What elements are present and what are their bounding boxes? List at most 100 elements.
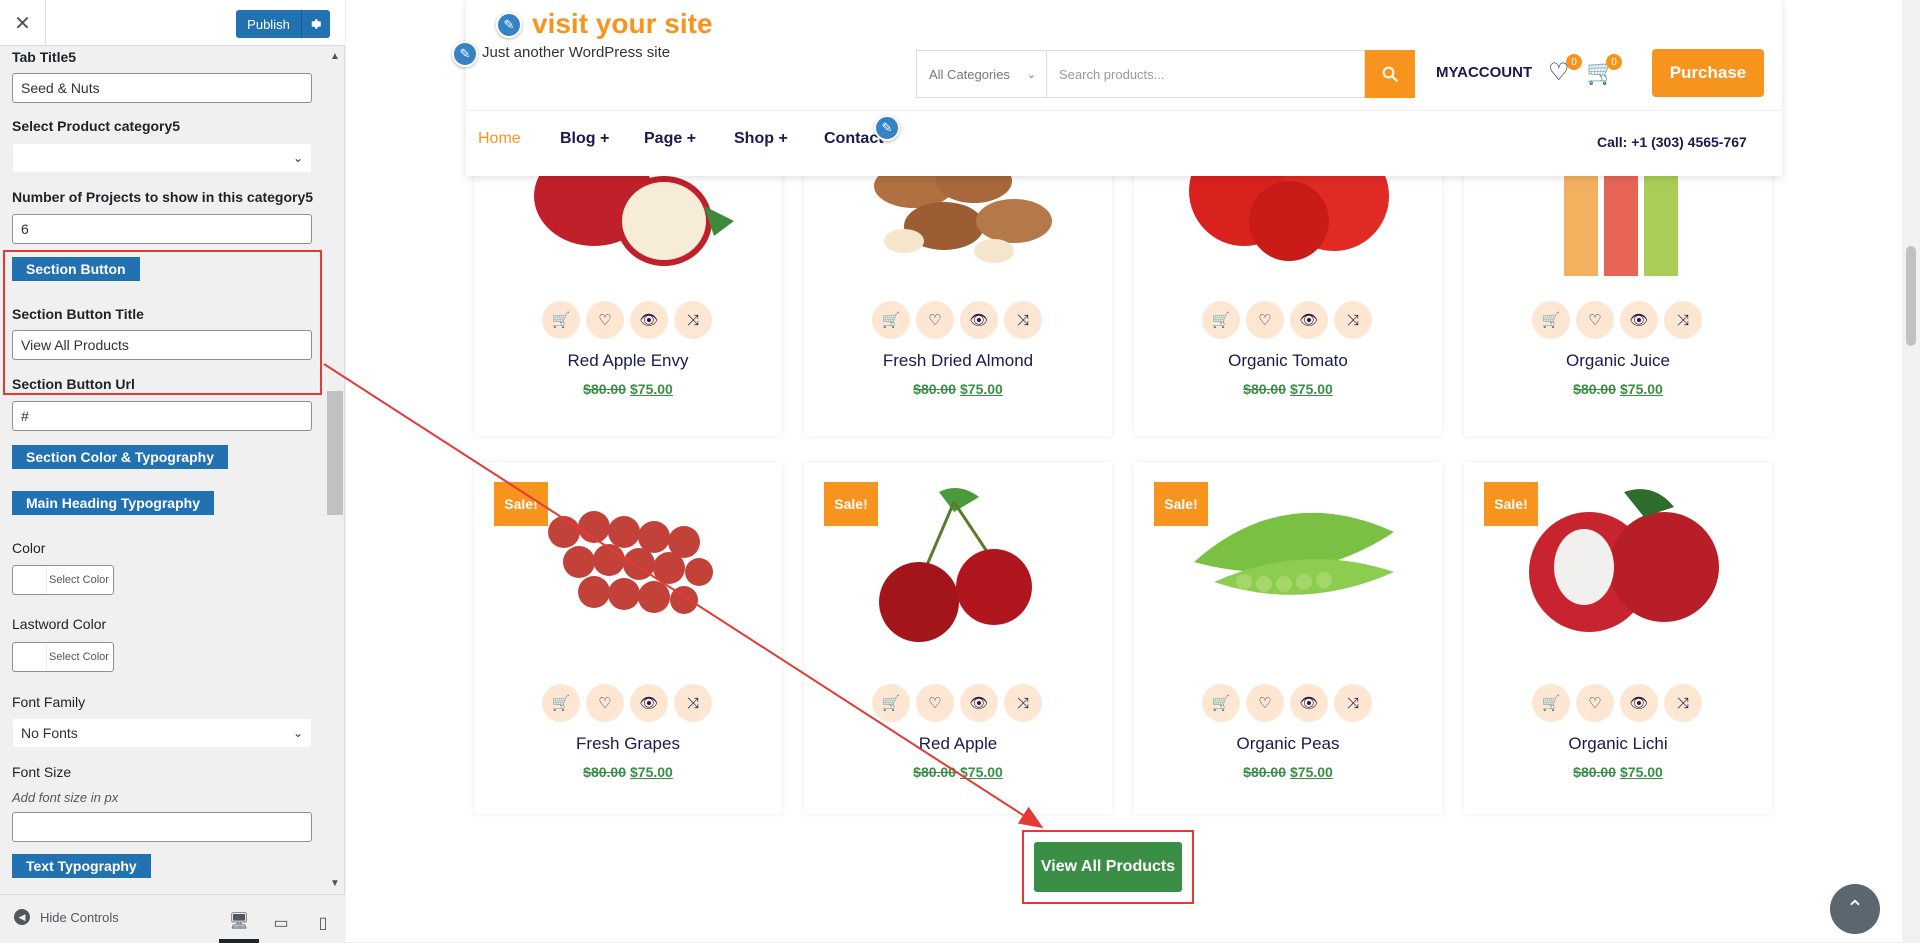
wishlist-heart-icon[interactable]: ♡ [586, 301, 624, 339]
product-name[interactable]: Red Apple Envy [474, 351, 782, 371]
quick-view-eye-icon[interactable]: 👁 [1620, 301, 1658, 339]
sale-price: $75.00 [1620, 764, 1663, 780]
product-name[interactable]: Organic Juice [1464, 351, 1772, 371]
preview-scrollbar[interactable] [1902, 0, 1920, 942]
quick-view-eye-icon[interactable]: 👁 [960, 684, 998, 722]
sidebar-scrollbar[interactable]: ▲ ▼ [325, 46, 345, 894]
search-input[interactable]: Search products... [1047, 50, 1365, 98]
product-category-select[interactable]: ⌄ [12, 143, 312, 173]
view-all-products-button[interactable]: View All Products [1034, 842, 1182, 892]
quick-view-eye-icon[interactable]: 👁 [1620, 684, 1658, 722]
nav-page[interactable]: Page + [644, 130, 696, 148]
nav-blog[interactable]: Blog + [560, 130, 609, 148]
add-to-cart-icon[interactable]: 🛒 [1202, 684, 1240, 722]
text-typography-heading[interactable]: Text Typography [12, 854, 151, 878]
product-name[interactable]: Fresh Grapes [474, 734, 782, 754]
category-select[interactable]: All Categories ⌄ [916, 50, 1047, 98]
quick-view-eye-icon[interactable]: 👁 [630, 684, 668, 722]
wishlist-heart-icon[interactable]: ♡ [916, 684, 954, 722]
product-actions: 🛒 ♡ 👁 ⤨ [872, 301, 1042, 339]
wishlist-heart-icon[interactable]: ♡ [916, 301, 954, 339]
main-heading-typography-heading[interactable]: Main Heading Typography [12, 491, 214, 515]
projects-count-input[interactable]: 6 [12, 214, 312, 244]
close-icon[interactable]: ✕ [0, 0, 46, 46]
mobile-preview-icon[interactable]: ▯ [303, 903, 343, 943]
add-to-cart-icon[interactable]: 🛒 [1532, 684, 1570, 722]
color-typography-heading[interactable]: Section Color & Typography [12, 445, 228, 469]
product-card-fresh-grapes[interactable]: Sale! 🛒 ♡ 👁 ⤨ Fresh Grapes $80.00 $75.00 [474, 462, 782, 814]
product-card-organic-peas[interactable]: Sale! 🛒 ♡ 👁 ⤨ Organic Peas $80.00 $75.00 [1134, 462, 1442, 814]
hide-controls-button[interactable]: ◀ Hide Controls [14, 909, 119, 925]
color-picker-button[interactable]: Select Color [12, 565, 114, 595]
product-card-red-apple-envy[interactable]: 🛒 ♡ 👁 ⤨ Red Apple Envy $80.00 $75.00 [474, 166, 782, 436]
wishlist-heart-icon[interactable]: ♡ [586, 684, 624, 722]
add-to-cart-icon[interactable]: 🛒 [542, 684, 580, 722]
nav-home[interactable]: Home [478, 130, 521, 148]
tab-title-input[interactable]: Seed & Nuts [12, 73, 312, 103]
edit-tagline-pen-icon[interactable]: ✎ [452, 41, 478, 67]
quick-view-eye-icon[interactable]: 👁 [630, 301, 668, 339]
quick-view-eye-icon[interactable]: 👁 [1290, 684, 1328, 722]
scrollbar-thumb[interactable] [1906, 246, 1916, 346]
scroll-down-arrow-icon[interactable]: ▼ [330, 878, 340, 889]
product-card-fresh-dried-almond[interactable]: 🛒 ♡ 👁 ⤨ Fresh Dried Almond $80.00 $75.00 [804, 166, 1112, 436]
compare-shuffle-icon[interactable]: ⤨ [1334, 684, 1372, 722]
product-image-red-apple[interactable] [844, 472, 1072, 652]
add-to-cart-icon[interactable]: 🛒 [542, 301, 580, 339]
compare-shuffle-icon[interactable]: ⤨ [1664, 301, 1702, 339]
product-card-organic-juice[interactable]: 🛒 ♡ 👁 ⤨ Organic Juice $80.00 $75.00 [1464, 166, 1772, 436]
product-card-organic-tomato[interactable]: 🛒 ♡ 👁 ⤨ Organic Tomato $80.00 $75.00 [1134, 166, 1442, 436]
wishlist-heart-icon[interactable]: ♡ [1576, 684, 1614, 722]
product-image-fresh-grapes[interactable] [514, 472, 742, 652]
lastword-color-label: Lastword Color [12, 616, 107, 632]
product-image-organic-juice[interactable] [1504, 166, 1732, 306]
publish-label[interactable]: Publish [236, 10, 302, 38]
product-name[interactable]: Red Apple [804, 734, 1112, 754]
add-to-cart-icon[interactable]: 🛒 [1532, 301, 1570, 339]
product-card-red-apple[interactable]: Sale! 🛒 ♡ 👁 ⤨ Red Apple $80.00 $75.00 [804, 462, 1112, 814]
product-name[interactable]: Organic Lichi [1464, 734, 1772, 754]
purchase-button[interactable]: Purchase [1652, 49, 1764, 97]
compare-shuffle-icon[interactable]: ⤨ [1004, 684, 1042, 722]
search-button[interactable] [1365, 50, 1415, 98]
gear-icon[interactable] [302, 10, 330, 38]
lastword-color-picker-button[interactable]: Select Color [12, 642, 114, 672]
tablet-preview-icon[interactable]: ▭ [261, 903, 301, 943]
product-name[interactable]: Fresh Dried Almond [804, 351, 1112, 371]
quick-view-eye-icon[interactable]: 👁 [960, 301, 998, 339]
product-image-red-apple-envy[interactable] [514, 166, 742, 306]
call-number: Call: +1 (303) 4565-767 [1597, 134, 1747, 150]
site-title[interactable]: visit your site [532, 8, 713, 40]
wishlist-heart-icon[interactable]: ♡ [1576, 301, 1614, 339]
product-image-organic-peas[interactable] [1174, 472, 1402, 652]
nav-shop[interactable]: Shop + [734, 130, 788, 148]
product-name[interactable]: Organic Tomato [1134, 351, 1442, 371]
edit-menu-pen-icon[interactable]: ✎ [874, 115, 900, 141]
add-to-cart-icon[interactable]: 🛒 [1202, 301, 1240, 339]
product-name[interactable]: Organic Peas [1134, 734, 1442, 754]
compare-shuffle-icon[interactable]: ⤨ [1664, 684, 1702, 722]
product-card-organic-lichi[interactable]: Sale! 🛒 ♡ 👁 ⤨ Organic Lichi $80.00 $75.00 [1464, 462, 1772, 814]
desktop-preview-icon[interactable]: 🖥 [219, 903, 259, 943]
font-family-select[interactable]: No Fonts ⌄ [12, 718, 312, 748]
scrollbar-thumb[interactable] [327, 391, 343, 515]
back-to-top-icon[interactable]: ⌃ [1830, 884, 1880, 934]
quick-view-eye-icon[interactable]: 👁 [1290, 301, 1328, 339]
add-to-cart-icon[interactable]: 🛒 [872, 301, 910, 339]
product-image-organic-lichi[interactable] [1504, 472, 1732, 652]
font-size-input[interactable] [12, 812, 312, 842]
compare-shuffle-icon[interactable]: ⤨ [1334, 301, 1372, 339]
button-url-input[interactable]: # [12, 401, 312, 431]
product-image-organic-tomato[interactable] [1174, 166, 1402, 306]
product-image-fresh-dried-almond[interactable] [844, 166, 1072, 306]
edit-title-pen-icon[interactable]: ✎ [496, 12, 522, 38]
scroll-up-arrow-icon[interactable]: ▲ [330, 51, 340, 62]
wishlist-heart-icon[interactable]: ♡ [1246, 684, 1284, 722]
publish-button[interactable]: Publish [236, 10, 330, 38]
compare-shuffle-icon[interactable]: ⤨ [1004, 301, 1042, 339]
wishlist-heart-icon[interactable]: ♡ [1246, 301, 1284, 339]
compare-shuffle-icon[interactable]: ⤨ [674, 684, 712, 722]
add-to-cart-icon[interactable]: 🛒 [872, 684, 910, 722]
compare-shuffle-icon[interactable]: ⤨ [674, 301, 712, 339]
my-account-link[interactable]: MYACCOUNT [1436, 64, 1532, 81]
